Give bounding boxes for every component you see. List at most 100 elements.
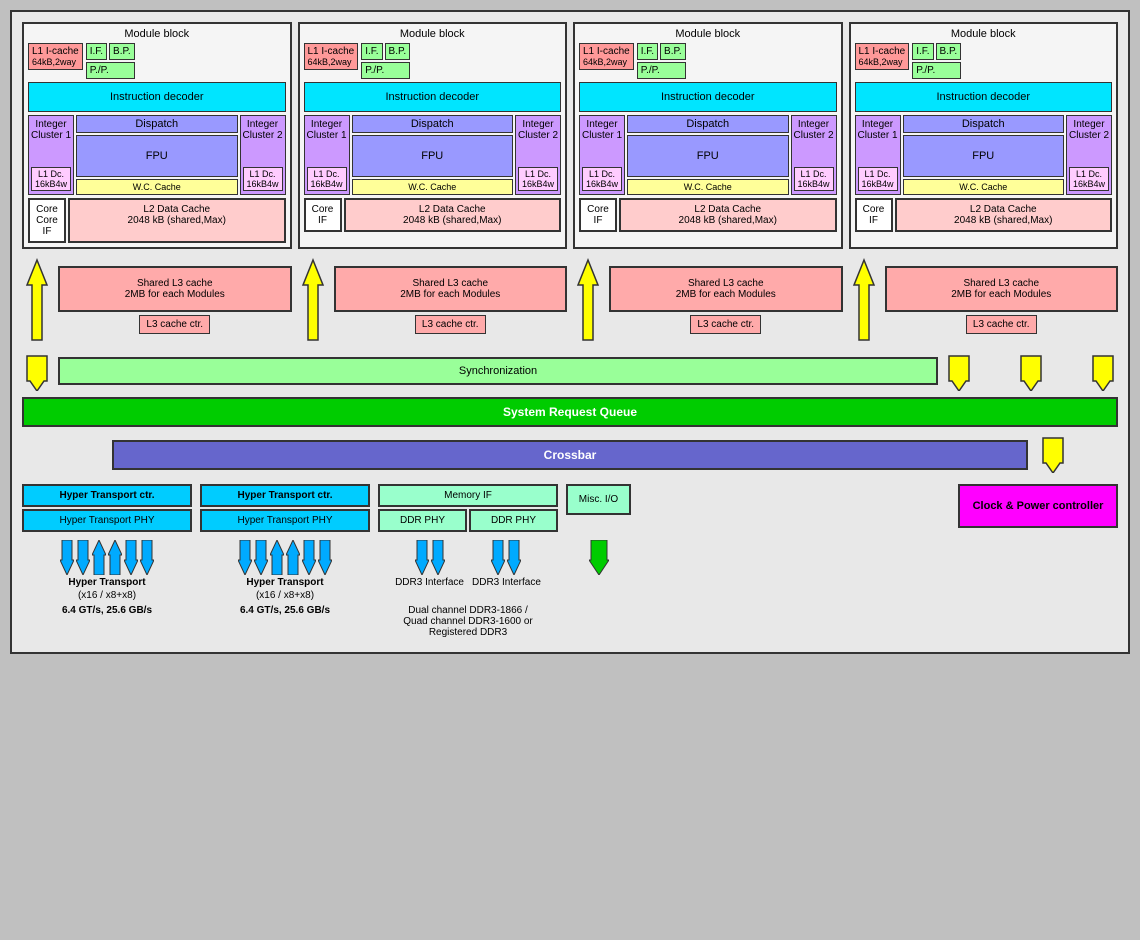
arrow-l3-4 [849,255,879,345]
core-if-2: CoreIF [304,198,342,232]
module-title-4: Module block [855,28,1113,40]
dispatch-box-2: Dispatch [352,115,514,133]
l1-icache-3: L1 I-cache 64kB,2way [579,43,634,70]
fpu-box-3: FPU [627,135,789,177]
ddr-arrows: DDR3 Interface DDR3 Interface [378,540,558,588]
if-box-1: I.F. [86,43,107,60]
pp-box-2: P./P. [361,62,410,79]
misc-io: Misc. I/O [566,484,631,515]
ht-arrow-up-1b [108,540,122,575]
module-title-2: Module block [304,28,562,40]
instruction-decoder-1: Instruction decoder [28,82,286,112]
l1dc1-3: L1 Dc. 16kB4w [582,167,622,191]
core-if-4: CoreIF [855,198,893,232]
instruction-decoder-3: Instruction decoder [579,82,837,112]
ht-arrow-down-2c [302,540,316,575]
ht-phy-2: Hyper Transport PHY [200,509,370,532]
int-cluster2-1: Integer Cluster 2 L1 Dc. 16kB4w [240,115,286,195]
ht-arrow-down-1a [60,540,74,575]
ht-spec-2: (x16 / x8+x8) [256,590,314,601]
l1dc2-4: L1 Dc. 16kB4w [1069,167,1109,191]
dispatch-box-4: Dispatch [903,115,1065,133]
if-box-2: I.F. [361,43,382,60]
l1-icache-1: L1 I-cache 64kB,2way [28,43,83,70]
fpu-box-4: FPU [903,135,1065,177]
ht-ctr-2: Hyper Transport ctr. [200,484,370,507]
ht-arrow-down-2d [318,540,332,575]
l1dc1-1: L1 Dc. 16kB4w [31,167,71,191]
l3-cache-2: Shared L3 cache 2MB for each Modules [334,266,568,312]
ht-arrow-down-2b [254,540,268,575]
ddr-iface-2: DDR3 Interface [472,577,541,588]
ht-label-1: Hyper Transport [68,577,145,588]
module-block-2: Module block L1 I-cache 64kB,2way I.F. B… [298,22,568,249]
l1dc2-3: L1 Dc. 16kB4w [794,167,834,191]
ht-speed-1: 6.4 GT/s, 25.6 GB/s [22,605,192,638]
l3-ctr-3: L3 cache ctr. [690,315,761,334]
wc-cache-1: W.C. Cache [76,179,238,195]
l2-cache-4: L2 Data Cache 2048 kB (shared,Max) [895,198,1113,232]
module-title-3: Module block [579,28,837,40]
l1-icache-2: L1 I-cache 64kB,2way [304,43,359,70]
l3-ctr-2: L3 cache ctr. [415,315,486,334]
ht-arrow-down-2a [238,540,252,575]
sync-bar: Synchronization [58,357,938,385]
l3-cache-4: Shared L3 cache 2MB for each Modules [885,266,1119,312]
core-if-3: CoreIF [579,198,617,232]
if-box-3: I.F. [637,43,658,60]
ht-label-2: Hyper Transport [246,577,323,588]
cpu-diagram: Module block L1 I-cache 64kB,2way I.F. B… [10,10,1130,654]
arrow-sync-4 [1088,351,1118,391]
arrow-l3-2 [298,255,328,345]
l2-cache-3: L2 Data Cache 2048 kB (shared,Max) [619,198,837,232]
ddr-arrow-1b [431,540,445,575]
ht-arrow-up-1a [92,540,106,575]
int-cluster2-4: Integer Cluster 2 L1 Dc. 16kB4w [1066,115,1112,195]
l3-block-4: Shared L3 cache 2MB for each Modules L3 … [885,266,1119,334]
l1dc2-2: L1 Dc. 16kB4w [518,167,558,191]
dispatch-box-1: Dispatch [76,115,238,133]
int-cluster1-4: Integer Cluster 1 L1 Dc. 16kB4w [855,115,901,195]
instruction-decoder-2: Instruction decoder [304,82,562,112]
memory-if: Memory IF [378,484,558,507]
module-title-1: Module block [28,28,286,40]
crossbar-bar: Crossbar [112,440,1028,470]
wc-cache-4: W.C. Cache [903,179,1065,195]
l3-cache-3: Shared L3 cache 2MB for each Modules [609,266,843,312]
ddr-arrow-2a [491,540,505,575]
ddr-phy-2: DDR PHY [469,509,558,532]
ht-arrow-up-2b [286,540,300,575]
fpu-box-1: FPU [76,135,238,177]
srq-bar: System Request Queue [22,397,1118,427]
l3-cache-1: Shared L3 cache 2MB for each Modules [58,266,292,312]
wc-cache-2: W.C. Cache [352,179,514,195]
int-cluster1-1: Integer Cluster 1 L1 Dc. 16kB4w [28,115,74,195]
arrow-sync-2 [944,351,974,391]
bp-box-3: B.P. [660,43,686,60]
ht-block-1: Hyper Transport ctr. Hyper Transport PHY [22,484,192,532]
module-block-4: Module block L1 I-cache 64kB,2way I.F. B… [849,22,1119,249]
pp-box-1: P./P. [86,62,135,79]
arrow-crossbar [1038,433,1068,473]
arrow-l3-3 [573,255,603,345]
l1dc1-4: L1 Dc. 16kB4w [858,167,898,191]
misc-arrow-area [566,540,631,575]
l1dc1-2: L1 Dc. 16kB4w [307,167,347,191]
ht-arrow-down-1b [76,540,90,575]
misc-green-arrow [589,540,609,575]
module-block-1: Module block L1 I-cache 64kB,2way I.F. B… [22,22,292,249]
ht-phy-1: Hyper Transport PHY [22,509,192,532]
int-cluster2-3: Integer Cluster 2 L1 Dc. 16kB4w [791,115,837,195]
misc-block: Misc. I/O [566,484,631,515]
clock-power-controller: Clock & Power controller [958,484,1118,528]
pp-box-3: P./P. [637,62,686,79]
l3-block-3: Shared L3 cache 2MB for each Modules L3 … [609,266,843,334]
ddr-desc: Dual channel DDR3-1866 / Quad channel DD… [378,605,558,638]
l3-ctr-4: L3 cache ctr. [966,315,1037,334]
ht-arrow-up-2a [270,540,284,575]
int-cluster1-2: Integer Cluster 1 L1 Dc. 16kB4w [304,115,350,195]
l1-icache-4: L1 I-cache 64kB,2way [855,43,910,70]
ht-block-2: Hyper Transport ctr. Hyper Transport PHY [200,484,370,532]
bp-box-4: B.P. [936,43,962,60]
ddr-arrow-1a [415,540,429,575]
